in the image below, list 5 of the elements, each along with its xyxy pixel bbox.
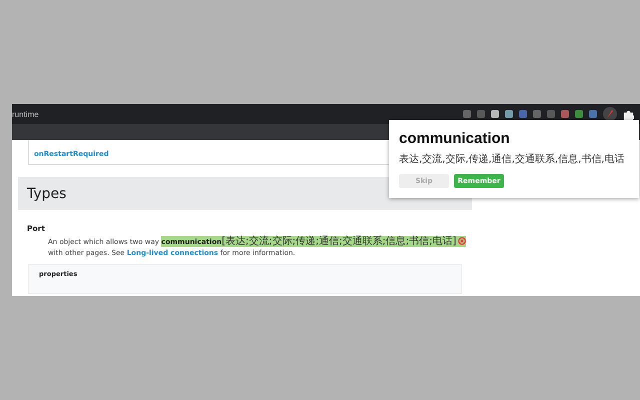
popup-word: communication <box>399 130 511 147</box>
popup-meaning: 表达,交流,交际,传递,通信,交通联系,信息,书信,电话 <box>399 152 626 166</box>
remove-icon[interactable] <box>458 237 466 246</box>
tab-title[interactable]: runtime <box>12 110 39 118</box>
section-title: Types <box>27 186 66 202</box>
